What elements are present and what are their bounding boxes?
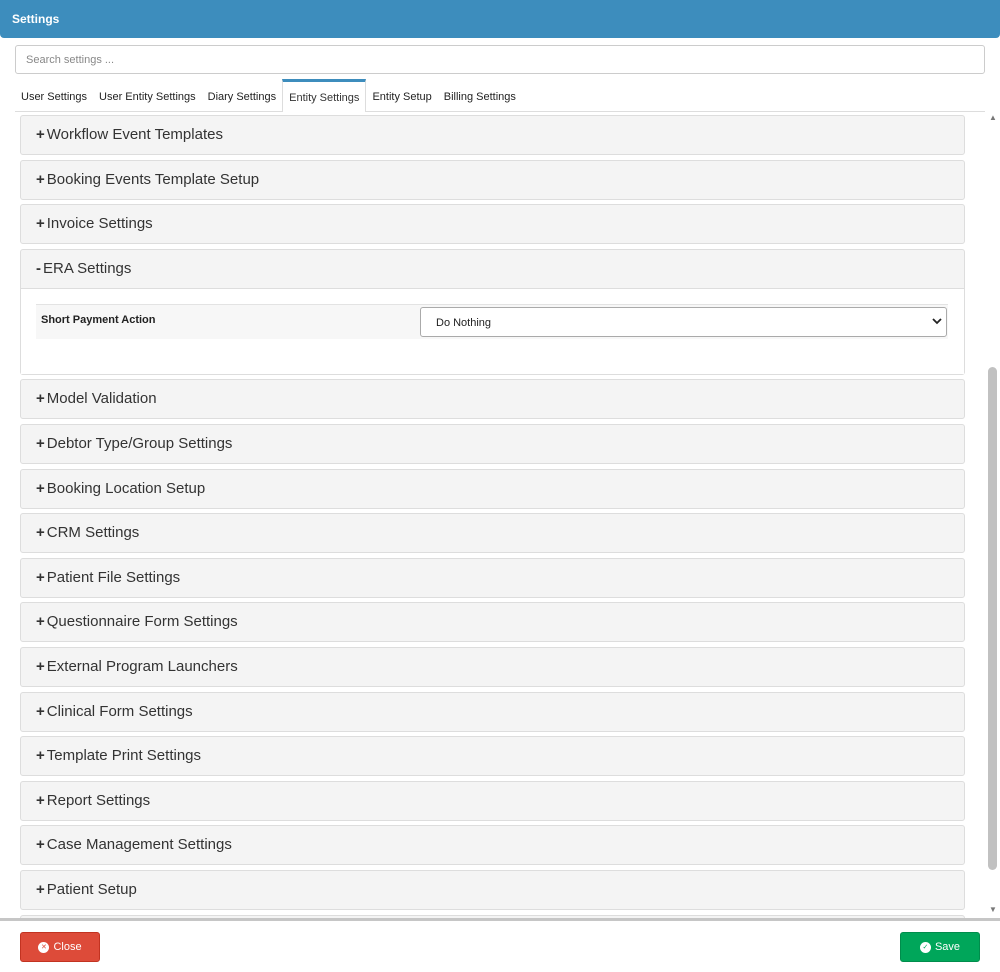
panel-title: External Program Launchers xyxy=(46,658,238,675)
tab-user-settings[interactable]: User Settings xyxy=(15,79,93,111)
panel-era-settings: - ERA Settings Short Payment Action Do Noth… xyxy=(20,248,965,375)
panel-template-print-settings: + Template Print Settings xyxy=(20,736,965,777)
tab-user-entity-settings[interactable]: User Entity Settings xyxy=(93,79,202,111)
tab-entity-setup[interactable]: Entity Setup xyxy=(366,79,437,111)
panel-booking-events-template-setup: + Booking Events Template Setup xyxy=(20,159,965,200)
panel-crm-settings: + CRM Settings xyxy=(20,513,965,554)
panel-workflow-event-templates: + Workflow Event Templates xyxy=(20,115,965,155)
panel-model-validation: + Model Validation xyxy=(20,379,965,420)
search-input[interactable] xyxy=(15,45,985,74)
panel-patient-file-settings: + Patient File Settings xyxy=(20,557,965,598)
panel-header[interactable]: + Template Print Settings xyxy=(21,737,964,775)
panel-title: Case Management Settings xyxy=(46,836,232,854)
tab-entity-settings[interactable]: Entity Settings xyxy=(282,79,367,112)
settings-panels: + Workflow Event Templates + Booking Events… xyxy=(0,113,1000,918)
expand-icon: + xyxy=(36,568,45,586)
panel-header[interactable]: + Questionnaire Form Settings xyxy=(21,603,964,641)
panel-header[interactable]: + Booking Location Setup xyxy=(21,470,964,508)
expand-icon: + xyxy=(36,791,45,809)
short-payment-action-row: Short Payment Action Do Nothing xyxy=(36,303,948,339)
panel-case-management-settings: + Case Management Settings xyxy=(20,825,965,866)
panel-header[interactable]: + Debtor Type/Group Settings xyxy=(21,425,964,463)
expand-icon: + xyxy=(36,881,45,898)
panel-booking-location-setup: + Booking Location Setup xyxy=(20,468,965,509)
window-title: Settings xyxy=(0,0,1000,38)
check-circle-icon: ✓ xyxy=(919,941,931,953)
expand-icon: + xyxy=(36,836,45,854)
panel-header[interactable]: + CRM Settings xyxy=(21,514,964,552)
panel-title: Patient File Settings xyxy=(46,568,181,586)
tab-diary-settings[interactable]: Diary Settings xyxy=(202,79,282,111)
panel-header[interactable]: + Model Validation xyxy=(21,380,964,418)
expand-icon: + xyxy=(36,170,45,188)
era-settings-body: Short Payment Action Do Nothing xyxy=(21,287,964,374)
panel-header[interactable]: + Booking Events Template Setup xyxy=(21,161,964,199)
panel-title: Debtor Type/Group Settings xyxy=(46,435,233,452)
panel-header[interactable]: + Case Management Settings xyxy=(21,826,964,864)
panel-header[interactable]: + Clinical Form Settings xyxy=(21,693,964,731)
panel-header[interactable]: + Patient Setup xyxy=(21,871,964,909)
footer: ✕ Close ✓ Save xyxy=(0,918,1000,972)
panel-header[interactable]: + Report Settings xyxy=(21,782,964,820)
tab-bar: User Settings User Entity Settings Diary S… xyxy=(15,79,985,112)
panel-clinical-form-settings: + Clinical Form Settings xyxy=(20,691,965,732)
scroll-up-icon[interactable]: ▲ xyxy=(989,113,997,122)
panel-report-settings: + Report Settings xyxy=(20,780,965,821)
scrollbar[interactable]: ▲ ▼ xyxy=(987,113,999,918)
expand-icon: + xyxy=(36,479,45,497)
panel-header[interactable]: + External Program Launchers xyxy=(21,648,964,686)
panel-title: Template Print Settings xyxy=(46,747,202,765)
chevron-down-icon xyxy=(932,318,942,325)
panel-title: Model Validation xyxy=(46,390,157,408)
expand-icon: + xyxy=(36,126,45,143)
panel-title: Patient Setup xyxy=(46,881,137,898)
close-circle-icon: ✕ xyxy=(38,941,50,953)
panel-invoice-settings: + Invoice Settings xyxy=(20,204,965,245)
tab-billing-settings[interactable]: Billing Settings xyxy=(438,79,522,111)
scrollbar-thumb[interactable] xyxy=(988,367,997,870)
selected-option: Do Nothing xyxy=(436,316,492,329)
panel-title: Booking Events Template Setup xyxy=(46,170,260,188)
close-button[interactable]: ✕ Close xyxy=(20,932,100,962)
panel-questionnaire-form-settings: + Questionnaire Form Settings xyxy=(20,602,965,643)
panel-header[interactable]: - ERA Settings xyxy=(21,250,964,288)
expand-icon: + xyxy=(36,702,45,720)
panel-title: Invoice Settings xyxy=(46,215,153,233)
panel-header[interactable]: + Workflow Event Templates xyxy=(21,116,964,154)
save-button[interactable]: ✓ Save xyxy=(900,932,980,962)
panel-title: ERA Settings xyxy=(43,259,132,277)
panel-header[interactable]: + Invoice Settings xyxy=(21,205,964,243)
panel-title: Workflow Event Templates xyxy=(46,126,223,143)
expand-icon: + xyxy=(36,524,45,542)
expand-icon: + xyxy=(36,435,45,452)
expand-icon: + xyxy=(36,215,45,233)
collapse-icon: - xyxy=(36,259,41,277)
expand-icon: + xyxy=(36,613,45,631)
close-label: Close xyxy=(53,941,82,953)
panel-title: Booking Location Setup xyxy=(46,479,206,497)
short-payment-action-select[interactable]: Do Nothing xyxy=(420,306,947,337)
panel-title: Clinical Form Settings xyxy=(46,702,193,720)
short-payment-action-label: Short Payment Action xyxy=(41,313,156,326)
panel-header[interactable]: + Patient File Settings xyxy=(21,559,964,597)
expand-icon: + xyxy=(36,658,45,675)
panel-external-program-launchers: + External Program Launchers xyxy=(20,647,965,687)
panel-title: CRM Settings xyxy=(46,524,140,542)
expand-icon: + xyxy=(36,390,45,408)
save-label: Save xyxy=(934,941,961,953)
panel-debtor-type-group-settings: + Debtor Type/Group Settings xyxy=(20,424,965,464)
expand-icon: + xyxy=(36,747,45,765)
panel-patient-setup: + Patient Setup xyxy=(20,870,965,910)
scroll-down-icon[interactable]: ▼ xyxy=(989,905,997,914)
panel-title: Report Settings xyxy=(46,791,151,809)
panel-title: Questionnaire Form Settings xyxy=(46,613,238,631)
